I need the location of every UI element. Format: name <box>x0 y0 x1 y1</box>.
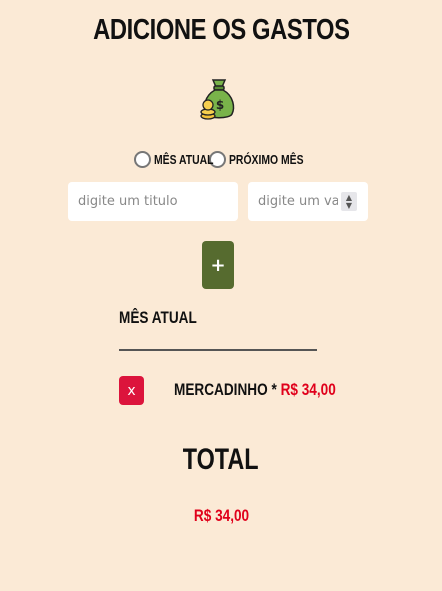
delete-expense-button[interactable]: x <box>119 376 144 405</box>
chevron-down-icon[interactable]: ▼ <box>346 201 352 210</box>
expense-item: MERCADINHO * R$ 34,00 <box>174 380 336 400</box>
add-expense-button[interactable]: + <box>202 241 234 289</box>
divider <box>119 349 317 351</box>
value-field: ▲ ▼ <box>248 182 368 221</box>
number-stepper[interactable]: ▲ ▼ <box>341 192 357 211</box>
radio-current-month[interactable] <box>134 150 151 168</box>
money-bag-icon: $ <box>200 79 235 120</box>
radio-next-month-label: PRÓXIMO MÊS <box>229 151 304 167</box>
expense-value: R$ 34,00 <box>280 380 336 399</box>
title-input[interactable] <box>68 182 238 221</box>
total-value: R$ 34,00 <box>193 506 249 525</box>
expense-separator: * <box>271 380 277 399</box>
title-field <box>68 182 238 221</box>
section-title: MÊS ATUAL <box>119 308 197 327</box>
period-selector: MÊS ATUAL PRÓXIMO MÊS <box>134 148 322 170</box>
radio-current-month-label: MÊS ATUAL <box>154 151 214 167</box>
page-title: ADICIONE OS GASTOS <box>92 14 350 46</box>
svg-text:$: $ <box>216 98 224 112</box>
total-label: TOTAL <box>183 443 259 476</box>
expense-name: MERCADINHO <box>174 380 268 399</box>
